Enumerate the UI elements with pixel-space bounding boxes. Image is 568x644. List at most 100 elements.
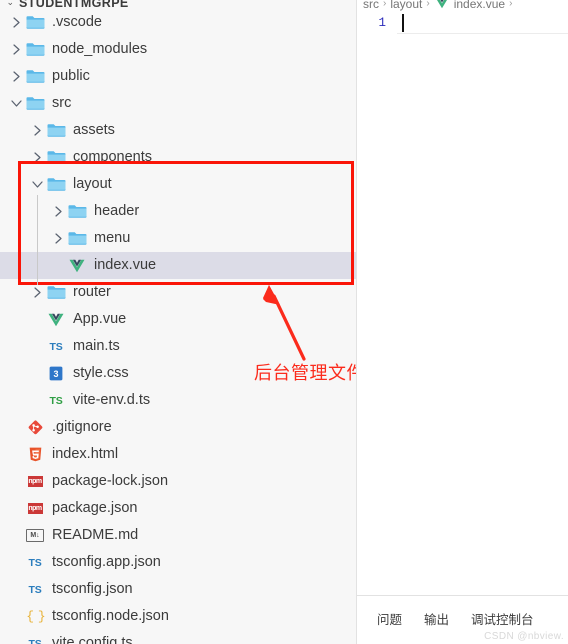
css-icon: 3 — [45, 366, 67, 381]
tree-row-label: public — [52, 68, 90, 85]
typescript-icon: TS — [28, 637, 42, 644]
vscode-window: ⌄ STUDENTMGRPE .vscode node_modules public… — [0, 0, 568, 644]
tree-row[interactable]: TS vite.config.ts — [0, 630, 356, 644]
chevron-right-icon[interactable] — [50, 233, 66, 244]
tree-row-label: components — [73, 149, 152, 166]
panel-tab-output[interactable]: 输出 — [424, 613, 449, 627]
tree-row-label: main.ts — [73, 338, 120, 355]
breadcrumb-item[interactable]: src — [363, 0, 379, 11]
chevron-down-icon[interactable] — [29, 180, 45, 189]
tree-row[interactable]: node_modules — [0, 36, 356, 63]
breadcrumb-separator: › — [509, 0, 513, 9]
tree-row-label: node_modules — [52, 41, 148, 58]
breadcrumb-item[interactable]: layout — [390, 0, 422, 11]
tree-row-label: package-lock.json — [52, 473, 169, 490]
tree-row[interactable]: M↓ README.md — [0, 522, 356, 549]
tree-row-label: header — [94, 203, 140, 220]
tree-row-label: package.json — [52, 500, 138, 517]
chevron-right-icon[interactable] — [8, 44, 24, 55]
svg-text:3: 3 — [53, 369, 58, 379]
tree-row-label: .vscode — [52, 14, 102, 31]
tree-row-label: tsconfig.node.json — [52, 608, 169, 625]
tree-row-label: vite-env.d.ts — [73, 392, 151, 409]
vue-icon — [45, 313, 67, 327]
code-editor[interactable]: 1 — [357, 14, 568, 38]
npm-icon: npm — [27, 503, 43, 514]
tree-row-label: router — [73, 284, 111, 301]
watermark: CSDN @nbview. — [484, 631, 564, 642]
chevron-right-icon[interactable] — [29, 125, 45, 136]
tree-row[interactable]: router — [0, 279, 356, 306]
panel-tab-problems[interactable]: 问题 — [377, 613, 402, 627]
tree-row[interactable]: assets — [0, 117, 356, 144]
folder-icon — [24, 42, 46, 57]
bottom-panel: 问题 输出 调试控制台 CSDN @nbview. — [357, 595, 568, 644]
typescript-icon: TS — [28, 556, 42, 569]
line-number-gutter: 1 — [378, 16, 386, 30]
breadcrumb-separator: › — [426, 0, 430, 9]
typescript-icon: TS — [28, 583, 42, 596]
folder-icon — [24, 96, 46, 111]
tree-row-selected[interactable]: index.vue — [0, 252, 356, 279]
tree-row-label: assets — [73, 122, 115, 139]
breadcrumb[interactable]: src › layout › index.vue › — [363, 0, 513, 12]
folder-icon — [66, 231, 88, 246]
explorer-panel: ⌄ STUDENTMGRPE .vscode node_modules public… — [0, 0, 357, 644]
tree-row[interactable]: TS main.ts — [0, 333, 356, 360]
chevron-down-icon: ⌄ — [6, 0, 15, 7]
tree-row[interactable]: public — [0, 63, 356, 90]
chevron-down-icon[interactable] — [8, 99, 24, 108]
tree-row[interactable]: TS vite-env.d.ts — [0, 387, 356, 414]
npm-icon: npm — [27, 476, 43, 487]
editor-pane: src › layout › index.vue › 1 问题 输出 调试控制台 CSDN… — [357, 0, 568, 644]
folder-icon — [66, 204, 88, 219]
tree-row-label: tsconfig.json — [52, 581, 133, 598]
tree-row-label: menu — [94, 230, 131, 247]
panel-tab-debug-console[interactable]: 调试控制台 — [471, 613, 534, 627]
tree-row[interactable]: npm package.json — [0, 495, 356, 522]
git-icon — [24, 420, 46, 435]
tree-row-label: layout — [73, 176, 112, 193]
tree-row[interactable]: src — [0, 90, 356, 117]
tree-row[interactable]: TS tsconfig.json — [0, 576, 356, 603]
tree-row[interactable]: npm package-lock.json — [0, 468, 356, 495]
breadcrumb-item[interactable]: index.vue — [454, 0, 505, 11]
folder-icon — [24, 69, 46, 84]
chevron-right-icon[interactable] — [8, 17, 24, 28]
tree-row[interactable]: components — [0, 144, 356, 171]
text-cursor — [402, 14, 404, 32]
tree-row[interactable]: layout — [0, 171, 356, 198]
tree-row[interactable]: header — [0, 198, 356, 225]
tree-row-label: index.html — [52, 446, 119, 463]
tree-row-label: .gitignore — [52, 419, 112, 436]
tree-row[interactable]: App.vue — [0, 306, 356, 333]
tree-row-label: index.vue — [94, 257, 157, 274]
tree-row-label: src — [52, 95, 72, 112]
tree-row[interactable]: { } tsconfig.node.json — [0, 603, 356, 630]
folder-icon — [45, 150, 67, 165]
typescript-def-icon: TS — [49, 394, 63, 407]
chevron-right-icon[interactable] — [29, 287, 45, 298]
chevron-right-icon[interactable] — [8, 71, 24, 82]
html5-icon — [24, 447, 46, 462]
vue-icon — [434, 0, 449, 12]
tree-row[interactable]: .gitignore — [0, 414, 356, 441]
chevron-right-icon[interactable] — [29, 152, 45, 163]
tree-row-label: style.css — [73, 365, 129, 382]
annotation-label: 后台管理文件 — [254, 363, 357, 384]
code-line-1[interactable] — [397, 14, 568, 34]
tree-row-label: tsconfig.app.json — [52, 554, 161, 571]
typescript-icon: TS — [49, 340, 63, 353]
folder-icon — [45, 285, 67, 300]
file-tree[interactable]: .vscode node_modulespublic src assets compon… — [0, 9, 356, 644]
tree-row[interactable]: menu — [0, 225, 356, 252]
tree-row[interactable]: index.html — [0, 441, 356, 468]
folder-icon — [45, 123, 67, 138]
tree-row-label: App.vue — [73, 311, 127, 328]
chevron-right-icon[interactable] — [50, 206, 66, 217]
tree-row[interactable]: .vscode — [0, 9, 356, 36]
tree-row-label: vite.config.ts — [52, 635, 133, 644]
indent-guide — [37, 195, 38, 285]
tree-row[interactable]: TS tsconfig.app.json — [0, 549, 356, 576]
folder-icon — [45, 177, 67, 192]
